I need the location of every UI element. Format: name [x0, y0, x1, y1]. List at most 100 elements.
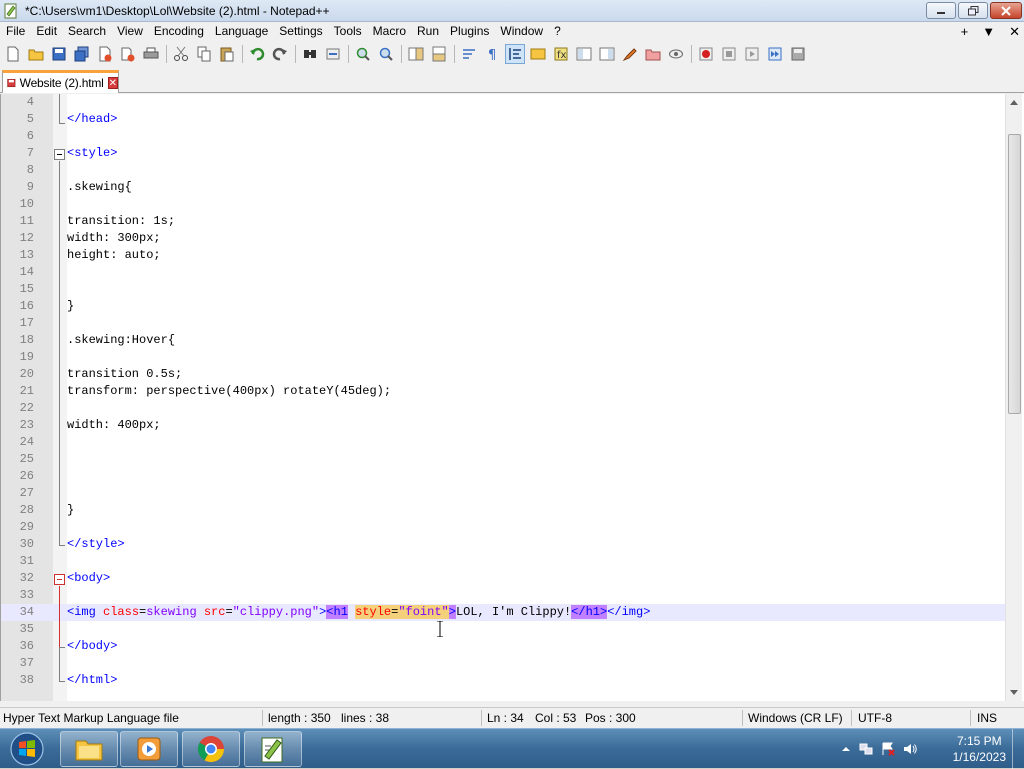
code-line[interactable]: 29	[1, 519, 1005, 536]
copy-button[interactable]	[194, 44, 214, 64]
menu-search[interactable]: Search	[62, 22, 111, 41]
function-list-button[interactable]: fx	[551, 44, 571, 64]
menu-encoding[interactable]: Encoding	[148, 22, 209, 41]
menu-settings[interactable]: Settings	[273, 22, 327, 41]
show-hidden-icons-icon[interactable]	[838, 741, 854, 757]
code-line[interactable]: 16}	[1, 298, 1005, 315]
code-line[interactable]: 8	[1, 162, 1005, 179]
folder-workspace-button[interactable]	[574, 44, 594, 64]
sync-vertical-button[interactable]	[406, 44, 426, 64]
code-line[interactable]: 35	[1, 621, 1005, 638]
close-window-button[interactable]	[990, 2, 1022, 19]
zoom-in-button[interactable]	[353, 44, 373, 64]
stop-macro-button[interactable]	[719, 44, 739, 64]
scroll-down-arrow[interactable]	[1010, 690, 1018, 695]
vertical-scrollbar[interactable]	[1005, 94, 1022, 701]
monitoring-button[interactable]	[643, 44, 663, 64]
code-line[interactable]: 30 </style>	[1, 536, 1005, 553]
scroll-thumb[interactable]	[1008, 134, 1021, 414]
indent-guide-button[interactable]	[505, 44, 525, 64]
menu-macro[interactable]: Macro	[367, 22, 411, 41]
code-line[interactable]: 23 width: 400px;	[1, 417, 1005, 434]
close-doc-button[interactable]: ✕	[1009, 22, 1020, 41]
code-line[interactable]: 36 </body>	[1, 638, 1005, 655]
code-line[interactable]: 33	[1, 587, 1005, 604]
replace-button[interactable]	[323, 44, 343, 64]
action-center-icon[interactable]	[880, 741, 896, 757]
code-line[interactable]: 19	[1, 349, 1005, 366]
menu-tools[interactable]: Tools	[328, 22, 367, 41]
show-all-chars-button[interactable]: ¶	[482, 44, 502, 64]
code-line[interactable]: 12 width: 300px;	[1, 230, 1005, 247]
code-line[interactable]: 38 </html>	[1, 672, 1005, 689]
zoom-out-button[interactable]	[376, 44, 396, 64]
undo-button[interactable]	[247, 44, 267, 64]
scroll-up-arrow[interactable]	[1010, 100, 1018, 105]
save-button[interactable]	[49, 44, 69, 64]
code-line[interactable]: 26	[1, 468, 1005, 485]
save-macro-button[interactable]	[788, 44, 808, 64]
start-button[interactable]	[4, 730, 50, 768]
menu-edit[interactable]: Edit	[30, 22, 62, 41]
play-macro-button[interactable]	[742, 44, 762, 64]
menu-plugins[interactable]: Plugins	[444, 22, 494, 41]
menu-language[interactable]: Language	[209, 22, 273, 41]
code-line[interactable]: 27	[1, 485, 1005, 502]
menu-file[interactable]: File	[0, 22, 30, 41]
code-line[interactable]: 20 transition 0.5s;	[1, 366, 1005, 383]
find-button[interactable]	[300, 44, 320, 64]
sync-horizontal-button[interactable]	[429, 44, 449, 64]
new-tab-button[interactable]: +	[961, 22, 969, 41]
code-line[interactable]: 34 <img class=skewing src="clippy.png"><h…	[1, 604, 1005, 621]
close-all-button[interactable]	[118, 44, 138, 64]
code-line[interactable]: 28}	[1, 502, 1005, 519]
code-line[interactable]: 7 <style>	[1, 145, 1005, 162]
restore-button[interactable]	[958, 2, 988, 19]
tab-list-button[interactable]: ▼	[982, 22, 995, 41]
eye-button[interactable]	[666, 44, 686, 64]
code-line[interactable]: 4	[1, 94, 1005, 111]
menu-run[interactable]: Run	[411, 22, 444, 41]
code-line[interactable]: 11 transition: 1s;	[1, 213, 1005, 230]
code-line[interactable]: 24	[1, 434, 1005, 451]
taskbar-notepad-plus-plus[interactable]	[244, 731, 302, 767]
code-line[interactable]: 10	[1, 196, 1005, 213]
code-line[interactable]: 37	[1, 655, 1005, 672]
clipboard-history-button[interactable]	[597, 44, 617, 64]
code-line[interactable]: 9 .skewing{	[1, 179, 1005, 196]
menu-help[interactable]: ?	[548, 22, 566, 41]
code-line[interactable]: 6	[1, 128, 1005, 145]
minimize-button[interactable]	[926, 2, 956, 19]
taskbar-chrome[interactable]	[182, 731, 240, 767]
taskbar-media-player[interactable]	[120, 731, 178, 767]
show-desktop-button[interactable]	[1012, 729, 1024, 769]
print-button[interactable]	[141, 44, 161, 64]
paste-button[interactable]	[217, 44, 237, 64]
record-toggle-button[interactable]	[620, 44, 640, 64]
code-line[interactable]: 13 height: auto;	[1, 247, 1005, 264]
code-line[interactable]: 21 transform: perspective(400px) rotateY(…	[1, 383, 1005, 400]
code-line[interactable]: 15	[1, 281, 1005, 298]
network-icon[interactable]	[858, 741, 874, 757]
code-line[interactable]: 14	[1, 264, 1005, 281]
title-bar[interactable]: *C:\Users\vm1\Desktop\Lol\Website (2).ht…	[0, 0, 1024, 22]
volume-icon[interactable]	[902, 741, 918, 757]
code-line[interactable]: 5 </head>	[1, 111, 1005, 128]
code-line[interactable]: 17	[1, 315, 1005, 332]
run-macro-multiple-button[interactable]	[765, 44, 785, 64]
code-line[interactable]: 32 <body>	[1, 570, 1005, 587]
fold-toggle-style[interactable]	[54, 149, 65, 160]
code-editor[interactable]: 4 5 </head> 6 7 <style> 8 9 .skewing{10 11 transit…	[0, 94, 1024, 701]
code-line[interactable]: 31	[1, 553, 1005, 570]
word-wrap-button[interactable]	[459, 44, 479, 64]
open-file-button[interactable]	[26, 44, 46, 64]
save-all-button[interactable]	[72, 44, 92, 64]
code-line[interactable]: 18 .skewing:Hover{	[1, 332, 1005, 349]
taskbar-file-explorer[interactable]	[60, 731, 118, 767]
tab-close-button[interactable]: ✕	[107, 77, 118, 89]
fold-toggle-body[interactable]	[54, 574, 65, 585]
close-file-button[interactable]	[95, 44, 115, 64]
tab-website-2-html[interactable]: Website (2).html ✕	[2, 70, 119, 93]
menu-view[interactable]: View	[111, 22, 148, 41]
record-macro-button[interactable]	[696, 44, 716, 64]
